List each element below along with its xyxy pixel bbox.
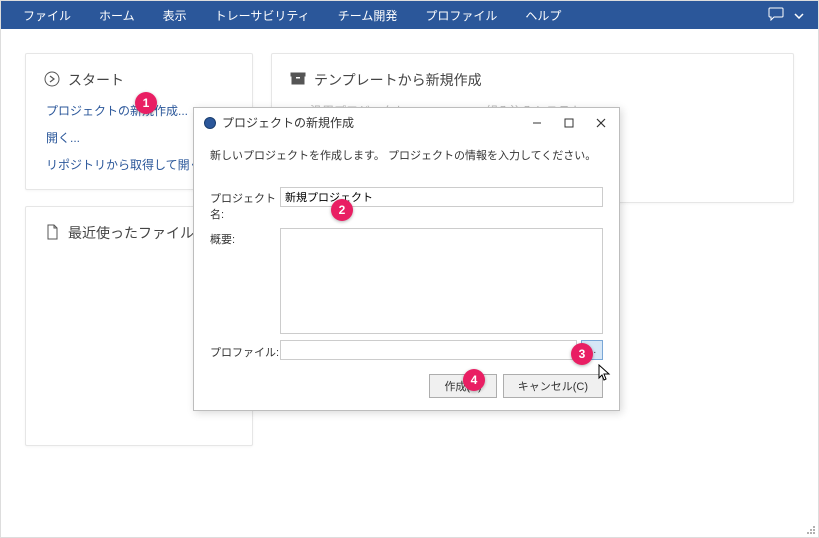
titlebar-left: プロジェクトの新規作成 xyxy=(204,114,354,131)
menu-team[interactable]: チーム開発 xyxy=(324,1,412,30)
row-summary: 概要: xyxy=(210,228,603,334)
callout-4: 4 xyxy=(463,369,485,391)
titlebar-buttons xyxy=(527,115,611,131)
close-button[interactable] xyxy=(591,115,611,131)
label-summary: 概要: xyxy=(210,228,280,247)
input-project-name[interactable] xyxy=(280,187,603,207)
menu-help[interactable]: ヘルプ xyxy=(511,1,575,30)
dialog-body: 新しいプロジェクトを作成します。 プロジェクトの情報を入力してください。 プロジ… xyxy=(194,137,619,372)
label-profile: プロファイル: xyxy=(210,341,280,360)
maximize-button[interactable] xyxy=(559,115,579,131)
menu-home[interactable]: ホーム xyxy=(85,1,149,30)
archive-icon xyxy=(290,71,306,90)
menu-profile[interactable]: プロファイル xyxy=(411,1,511,30)
callout-2: 2 xyxy=(331,199,353,221)
menubar-right xyxy=(768,7,810,24)
document-icon xyxy=(44,224,60,243)
template-header: テンプレートから新規作成 xyxy=(290,70,775,90)
dialog-title: プロジェクトの新規作成 xyxy=(222,114,354,131)
row-profile: プロファイル: ... xyxy=(210,340,603,360)
new-project-dialog: プロジェクトの新規作成 新しいプロジェクトを作成します。 プロジェクトの情報を入… xyxy=(193,107,620,411)
dialog-description: 新しいプロジェクトを作成します。 プロジェクトの情報を入力してください。 xyxy=(210,147,603,163)
menubar: ファイル ホーム 表示 トレーサビリティ チーム開発 プロファイル ヘルプ xyxy=(1,1,818,29)
chevron-down-icon[interactable] xyxy=(794,8,804,22)
chat-icon[interactable] xyxy=(768,7,784,24)
minimize-button[interactable] xyxy=(527,115,547,131)
menu-traceability[interactable]: トレーサビリティ xyxy=(201,1,324,30)
input-summary[interactable] xyxy=(280,228,603,334)
start-header: スタート xyxy=(44,70,234,90)
callout-1: 1 xyxy=(135,92,157,114)
dialog-titlebar: プロジェクトの新規作成 xyxy=(194,108,619,137)
arrow-right-circle-icon xyxy=(44,71,60,90)
cursor-icon xyxy=(597,364,613,387)
callout-3: 3 xyxy=(571,343,593,365)
template-title: テンプレートから新規作成 xyxy=(314,70,482,90)
menu-file[interactable]: ファイル xyxy=(9,1,85,30)
app-icon xyxy=(204,117,216,129)
cancel-button[interactable]: キャンセル(C) xyxy=(503,374,603,398)
resize-grip-icon[interactable] xyxy=(804,523,816,535)
start-title: スタート xyxy=(68,70,124,90)
input-profile[interactable] xyxy=(280,340,577,360)
row-project-name: プロジェクト名: xyxy=(210,187,603,222)
recent-title: 最近使ったファイル xyxy=(68,223,194,243)
menubar-left: ファイル ホーム 表示 トレーサビリティ チーム開発 プロファイル ヘルプ xyxy=(9,1,575,30)
menu-view[interactable]: 表示 xyxy=(149,1,201,30)
label-project-name: プロジェクト名: xyxy=(210,187,280,222)
dialog-footer: 作成(R) キャンセル(C) xyxy=(194,372,619,410)
